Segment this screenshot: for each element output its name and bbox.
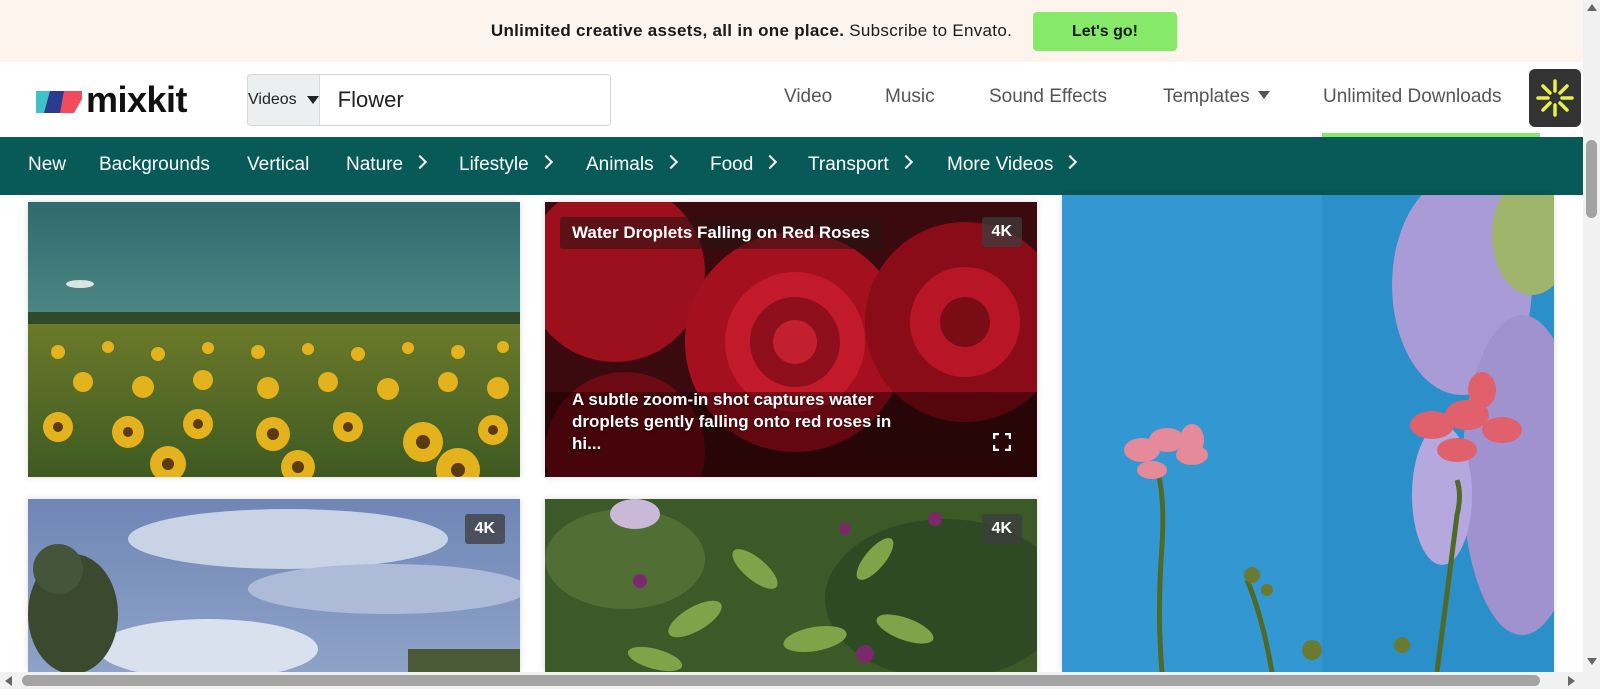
- scroll-up-icon[interactable]: [1587, 4, 1597, 11]
- nav-music[interactable]: Music: [885, 86, 935, 108]
- category-nav: New Backgrounds Vertical Nature Lifestyl…: [0, 137, 1583, 195]
- chevron-right-icon: [1063, 154, 1078, 170]
- scroll-down-icon[interactable]: [1587, 658, 1597, 665]
- category-new[interactable]: New: [28, 154, 66, 176]
- category-lifestyle[interactable]: Lifestyle: [459, 154, 553, 176]
- category-transport[interactable]: Transport: [808, 154, 913, 176]
- nav-unlimited-downloads[interactable]: Unlimited Downloads: [1323, 86, 1501, 108]
- promo-subscribe-text: Subscribe to Envato.: [844, 21, 1013, 40]
- category-nature-label: Nature: [346, 154, 404, 175]
- caret-down-icon: [306, 96, 319, 104]
- video-card-cloudy-sky[interactable]: 4K: [28, 499, 520, 672]
- category-more-videos-label: More Videos: [947, 154, 1054, 175]
- promo-banner: Unlimited creative assets, all in one pl…: [0, 0, 1583, 62]
- vertical-scrollbar[interactable]: [1583, 0, 1600, 672]
- video-title: Water Droplets Falling on Red Roses: [560, 217, 882, 249]
- promo-bold-text: Unlimited creative assets, all in one pl…: [490, 21, 845, 40]
- nav-templates-label: Templates: [1163, 86, 1250, 107]
- category-animals-label: Animals: [586, 154, 654, 175]
- video-card-red-roses[interactable]: Water Droplets Falling on Red Roses 4K A…: [545, 202, 1037, 477]
- site-header: mixkit Videos ✕ Video Music Sound Effect…: [0, 62, 1583, 137]
- chevron-right-icon: [412, 154, 428, 170]
- search-type-dropdown[interactable]: Videos: [248, 75, 320, 125]
- resolution-badge: 4K: [981, 217, 1022, 247]
- video-card-sunflowers[interactable]: [28, 202, 520, 477]
- category-animals[interactable]: Animals: [586, 154, 678, 176]
- video-thumbnail: [1062, 195, 1554, 672]
- mixkit-logo-icon: [36, 91, 82, 113]
- chevron-right-icon: [538, 154, 553, 170]
- category-vertical[interactable]: Vertical: [247, 154, 309, 176]
- caret-down-icon: [1257, 91, 1270, 99]
- fullscreen-icon[interactable]: [993, 433, 1011, 451]
- nav-templates[interactable]: Templates: [1163, 86, 1270, 108]
- search-type-label: Videos: [248, 91, 297, 108]
- category-backgrounds[interactable]: Backgrounds: [99, 154, 210, 176]
- category-food-label: Food: [710, 154, 754, 175]
- sun-burst-icon: [1536, 79, 1574, 117]
- search-bar: Videos ✕: [247, 74, 611, 126]
- video-thumbnail: [28, 499, 520, 672]
- lets-go-button[interactable]: Let's go!: [1033, 12, 1177, 51]
- category-lifestyle-label: Lifestyle: [459, 154, 529, 175]
- resolution-badge: 4K: [981, 514, 1022, 544]
- nav-video[interactable]: Video: [784, 86, 832, 108]
- video-card-pink-flowers[interactable]: [1062, 195, 1554, 672]
- video-thumbnail: [28, 202, 520, 477]
- search-input[interactable]: [319, 75, 610, 125]
- logo-wordmark: mixkit: [86, 79, 188, 120]
- promo-text: Unlimited creative assets, all in one pl…: [491, 21, 1012, 41]
- chevron-right-icon: [898, 154, 913, 170]
- video-thumbnail: [545, 499, 1037, 672]
- video-description: A subtle zoom-in shot captures water dro…: [572, 390, 892, 453]
- extension-button[interactable]: [1529, 69, 1581, 127]
- chevron-right-icon: [663, 154, 678, 170]
- category-more-videos[interactable]: More Videos: [947, 154, 1078, 176]
- category-food[interactable]: Food: [710, 154, 778, 176]
- scroll-left-icon[interactable]: [5, 676, 12, 686]
- video-card-green-plant[interactable]: 4K: [545, 499, 1037, 672]
- category-nature[interactable]: Nature: [346, 154, 428, 176]
- resolution-badge: 4K: [464, 514, 505, 544]
- category-transport-label: Transport: [808, 154, 889, 175]
- horizontal-scroll-thumb[interactable]: [22, 675, 1540, 686]
- nav-sound-effects[interactable]: Sound Effects: [989, 86, 1107, 108]
- chevron-right-icon: [763, 154, 778, 170]
- mixkit-logo[interactable]: mixkit: [36, 78, 188, 122]
- scroll-right-icon[interactable]: [1568, 676, 1575, 686]
- vertical-scroll-thumb[interactable]: [1586, 140, 1597, 218]
